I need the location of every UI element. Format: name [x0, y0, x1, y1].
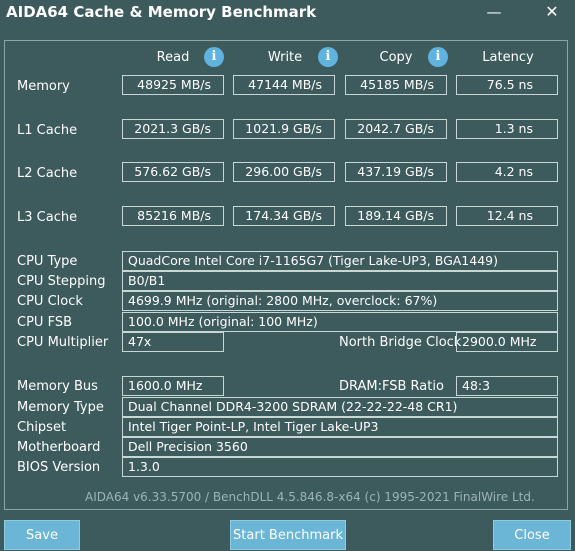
motherboard-label: Motherboard: [17, 440, 101, 455]
dram-fsb-ratio-label: DRAM:FSB Ratio: [339, 379, 444, 394]
l3-write-value: 174.34 GB/s: [233, 206, 335, 226]
l2-read-value: 576.62 GB/s: [122, 162, 224, 182]
memory-bus-value: 1600.0 MHz: [122, 376, 224, 396]
l2-latency-value: 4.2 ns: [456, 162, 558, 182]
north-bridge-clock-value: 2900.0 MHz: [456, 332, 558, 352]
l2-write-value: 296.00 GB/s: [233, 162, 335, 182]
close-window-button[interactable]: ✕: [538, 1, 566, 23]
l1-write-value: 1021.9 GB/s: [233, 119, 335, 139]
cpu-stepping-label: CPU Stepping: [17, 274, 106, 289]
bios-version-value: 1.3.0: [122, 457, 558, 477]
chipset-value: Intel Tiger Point-LP, Intel Tiger Lake-U…: [122, 417, 558, 437]
cpu-multiplier-value: 47x: [122, 332, 224, 352]
north-bridge-clock-label: North Bridge Clock: [339, 335, 462, 350]
memory-write-value: 47144 MB/s: [233, 75, 335, 95]
cpu-clock-label: CPU Clock: [17, 294, 83, 309]
copy-info-icon[interactable]: i: [428, 47, 448, 67]
memory-type-label: Memory Type: [17, 400, 104, 415]
version-footer: AIDA64 v6.33.5700 / BenchDLL 4.5.846.8-x…: [85, 490, 535, 504]
row-label-l1: L1 Cache: [17, 123, 78, 138]
row-label-memory: Memory: [17, 79, 70, 94]
memory-bus-label: Memory Bus: [17, 379, 98, 394]
motherboard-value: Dell Precision 3560: [122, 437, 558, 457]
cpu-stepping-value: B0/B1: [122, 271, 558, 291]
bios-version-label: BIOS Version: [17, 460, 101, 475]
cpu-type-value: QuadCore Intel Core i7-1165G7 (Tiger Lak…: [122, 251, 558, 271]
memory-type-value: Dual Channel DDR4-3200 SDRAM (22-22-22-4…: [122, 397, 558, 417]
write-info-icon[interactable]: i: [318, 47, 338, 67]
memory-read-value: 48925 MB/s: [122, 75, 224, 95]
l1-read-value: 2021.3 GB/s: [122, 119, 224, 139]
row-label-l3: L3 Cache: [17, 210, 78, 225]
row-label-l2: L2 Cache: [17, 166, 78, 181]
window-title: AIDA64 Cache & Memory Benchmark: [6, 3, 317, 21]
chipset-label: Chipset: [17, 420, 67, 435]
cpu-multiplier-label: CPU Multiplier: [17, 335, 109, 350]
cpu-fsb-value: 100.0 MHz (original: 100 MHz): [122, 312, 558, 332]
l1-copy-value: 2042.7 GB/s: [345, 119, 447, 139]
header-latency: Latency: [482, 50, 534, 65]
dram-fsb-ratio-value: 48:3: [456, 376, 558, 396]
l1-latency-value: 1.3 ns: [456, 119, 558, 139]
read-info-icon[interactable]: i: [204, 47, 224, 67]
memory-copy-value: 45185 MB/s: [345, 75, 447, 95]
title-bar: AIDA64 Cache & Memory Benchmark — ✕: [0, 0, 575, 26]
cpu-fsb-label: CPU FSB: [17, 315, 72, 330]
cpu-type-label: CPU Type: [17, 254, 78, 269]
l2-copy-value: 437.19 GB/s: [345, 162, 447, 182]
cpu-clock-value: 4699.9 MHz (original: 2800 MHz, overcloc…: [122, 291, 558, 311]
l3-read-value: 85216 MB/s: [122, 206, 224, 226]
l3-copy-value: 189.14 GB/s: [345, 206, 447, 226]
l3-latency-value: 12.4 ns: [456, 206, 558, 226]
memory-latency-value: 76.5 ns: [456, 75, 558, 95]
minimize-button[interactable]: —: [480, 1, 508, 23]
